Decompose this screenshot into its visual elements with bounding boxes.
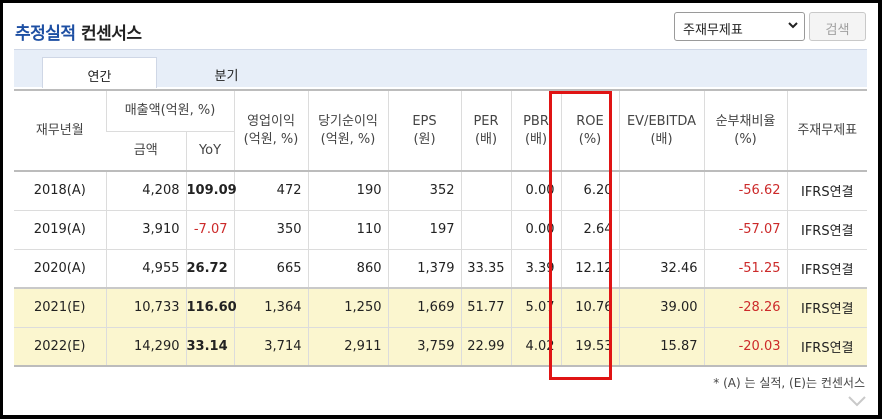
cell-stmt: IFRS연결 — [786, 287, 867, 327]
cell-ev: 32.46 — [618, 248, 704, 288]
page-title: 추정실적 컨센서스 — [15, 19, 142, 44]
cell-debt: -51.25 — [703, 248, 787, 288]
cell-yoy: 109.09 — [185, 170, 237, 210]
cell-net: 1,250 — [307, 287, 388, 327]
header-fiscal-period: 재무년월 — [14, 89, 106, 171]
title-estimated-results: 추정실적 — [15, 24, 76, 44]
cell-net: 190 — [307, 170, 388, 210]
tab-annual[interactable]: 연간 — [42, 57, 157, 88]
cell-eps: 3,759 — [387, 326, 461, 367]
cell-period: 2018(A) — [14, 170, 106, 210]
cell-period: 2019(A) — [14, 209, 106, 249]
cell-debt: -20.03 — [703, 326, 787, 367]
cell-ev — [618, 209, 704, 249]
cell-yoy: 116.60 — [185, 287, 237, 327]
cell-eps: 1,669 — [387, 287, 461, 327]
cell-sales: 14,290 — [105, 326, 186, 367]
header-ev-ebitda: EV/EBITDA (배) — [618, 89, 704, 171]
header-sales-amount: 금액 — [106, 130, 186, 171]
cell-stmt: IFRS연결 — [786, 326, 867, 367]
header-net-income: 당기순이익 (억원, %) — [307, 89, 388, 171]
table-row: 2019(A) 3,910 -7.07 350 110 197 0.00 2.6… — [14, 209, 867, 249]
footnote: * (A) 는 실적, (E)는 컨센서스 — [713, 376, 865, 390]
cell-op: 3,714 — [233, 326, 308, 367]
header-sales: 매출액(억원, %) — [105, 89, 234, 131]
title-consensus: 컨센서스 — [80, 24, 142, 44]
cell-per: 22.99 — [460, 326, 511, 367]
cell-op: 350 — [233, 209, 308, 249]
cell-net: 2,911 — [307, 326, 388, 367]
cell-yoy: 26.72 — [185, 248, 234, 288]
cell-period: 2022(E) — [14, 326, 106, 367]
tab-quarterly[interactable]: 분기 — [169, 57, 284, 88]
cell-per: 33.35 — [460, 248, 511, 288]
cell-yoy: -7.07 — [185, 209, 234, 249]
expand-chevron-icon[interactable] — [848, 395, 866, 407]
cell-per — [460, 209, 511, 249]
cell-sales: 4,955 — [105, 248, 186, 288]
header-eps: EPS (원) — [387, 89, 461, 171]
cell-op: 665 — [233, 248, 308, 288]
header-net-debt-ratio: 순부채비율 (%) — [703, 89, 787, 171]
search-button[interactable]: 검색 — [809, 12, 866, 41]
consensus-panel: 추정실적 컨센서스 주재무제표 검색 연간 분기 재무년월 매출액(억원, %)… — [3, 3, 878, 415]
cell-ev: 39.00 — [618, 287, 704, 327]
cell-debt: -28.26 — [703, 287, 787, 327]
header-sales-yoy: YoY — [185, 130, 234, 171]
cell-op: 472 — [233, 170, 308, 210]
cell-stmt: IFRS연결 — [786, 209, 867, 249]
cell-period: 2021(E) — [14, 287, 106, 327]
statement-type-value: 주재무제표 — [683, 23, 743, 38]
cell-op: 1,364 — [233, 287, 308, 327]
cell-per — [460, 170, 511, 210]
table-row: 2018(A) 4,208 109.09 472 190 352 0.00 6.… — [14, 170, 867, 210]
roe-highlight-box — [549, 91, 612, 380]
table-row: 2020(A) 4,955 26.72 665 860 1,379 33.35 … — [14, 248, 867, 288]
cell-stmt: IFRS연결 — [786, 170, 867, 210]
table-row: 2021(E) 10,733 116.60 1,364 1,250 1,669 … — [14, 287, 867, 327]
cell-eps: 1,379 — [387, 248, 461, 288]
cell-net: 110 — [307, 209, 388, 249]
cell-yoy: 33.14 — [185, 326, 234, 367]
cell-eps: 352 — [387, 170, 461, 210]
header-per: PER (배) — [460, 89, 511, 171]
cell-ev — [618, 170, 704, 210]
cell-period: 2020(A) — [14, 248, 106, 288]
cell-per: 51.77 — [460, 287, 511, 327]
cell-stmt: IFRS연결 — [786, 248, 867, 288]
cell-sales: 10,733 — [105, 287, 186, 327]
statement-type-select[interactable]: 주재무제표 — [674, 12, 805, 41]
cell-sales: 4,208 — [105, 170, 186, 210]
table-row: 2022(E) 14,290 33.14 3,714 2,911 3,759 2… — [14, 326, 867, 367]
cell-eps: 197 — [387, 209, 461, 249]
cell-debt: -56.62 — [703, 170, 787, 210]
header-operating-income: 영업이익 (억원, %) — [233, 89, 308, 171]
period-tabs: 연간 분기 — [14, 49, 867, 88]
cell-net: 860 — [307, 248, 388, 288]
cell-debt: -57.07 — [703, 209, 787, 249]
consensus-table: 재무년월 매출액(억원, %) 영업이익 (억원, %) 당기순이익 (억원, %)… — [14, 89, 867, 367]
cell-sales: 3,910 — [105, 209, 186, 249]
chevron-down-icon — [788, 22, 798, 29]
cell-ev: 15.87 — [618, 326, 704, 367]
header-statement-type: 주재무제표 — [786, 89, 867, 171]
